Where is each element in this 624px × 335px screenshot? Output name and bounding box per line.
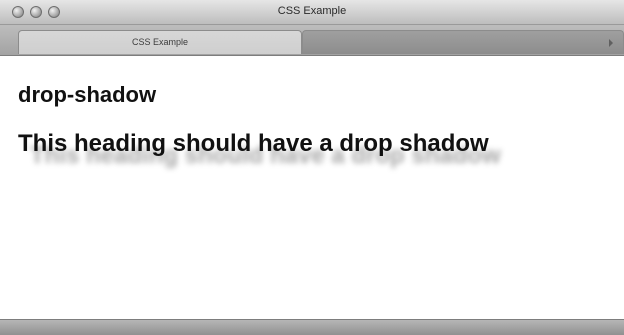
window-title: CSS Example [277,5,347,17]
tab-overflow-chevron-icon[interactable] [609,39,613,47]
page-content: drop-shadow This heading should have a d… [0,56,624,319]
status-bar [0,319,624,335]
shadow-heading: This heading should have a drop shadow [18,130,489,157]
tab-empty[interactable] [302,30,624,54]
browser-window: CSS Example CSS Example drop-shadow This… [0,0,624,335]
title-bar: CSS Example [0,0,624,25]
page-heading-drop-shadow: drop-shadow [18,82,157,107]
tab-label: CSS Example [131,37,189,47]
tab-bar: CSS Example [0,25,624,56]
tab-css-example[interactable]: CSS Example [18,30,302,54]
